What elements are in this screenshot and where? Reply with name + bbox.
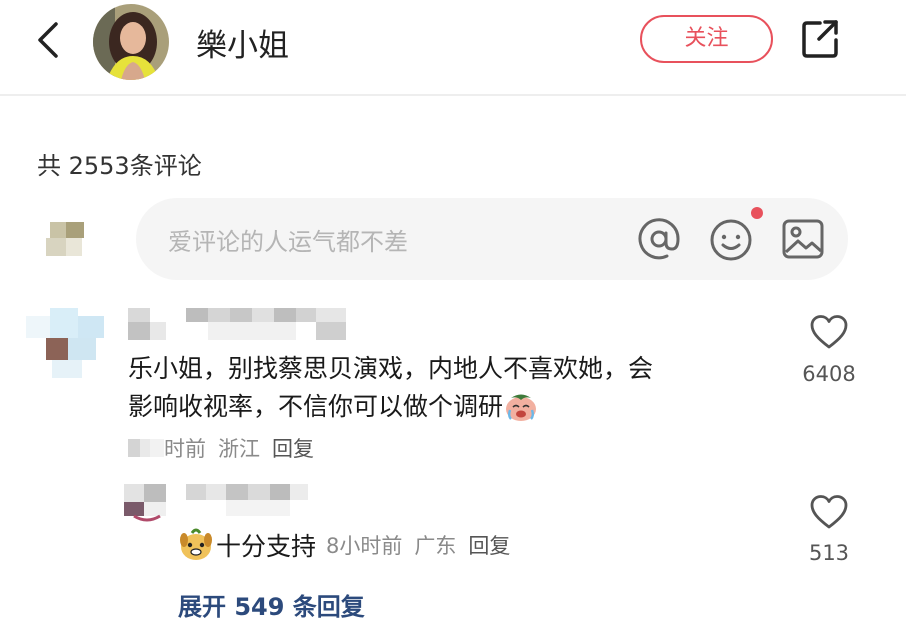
- comment-text: 乐小姐，别找蔡思贝演戏，内地人不喜欢她，会 影响收视率，不信你可以做个调研: [128, 350, 653, 426]
- comment-input[interactable]: 爱评论的人运气都不差: [136, 198, 848, 280]
- top-bar: 樂小姐 关注: [0, 0, 906, 96]
- commenter-name[interactable]: [128, 302, 348, 342]
- comment-meta: 时前 浙江 回复: [128, 433, 314, 463]
- reply-time: 8小时前: [326, 534, 403, 558]
- replier-avatar[interactable]: [124, 480, 170, 526]
- reply-text: 十分支持: [216, 532, 317, 561]
- notification-dot-icon: [751, 207, 763, 219]
- reply-body: 十分支持 8小时前 广东 回复: [178, 527, 510, 563]
- comment-text-line-2: 影响收视率，不信你可以做个调研: [128, 392, 504, 421]
- follow-button[interactable]: 关注: [640, 15, 773, 63]
- back-arrow-icon[interactable]: [30, 20, 66, 60]
- reply-like-count: 513: [808, 541, 850, 565]
- crying-laughing-emoji-icon: [506, 394, 537, 421]
- comment-location: 浙江: [218, 437, 260, 461]
- comment-input-placeholder: 爱评论的人运气都不差: [168, 228, 408, 256]
- replier-name[interactable]: [186, 480, 310, 518]
- author-avatar[interactable]: [93, 4, 169, 80]
- reply-like-heart-icon[interactable]: [809, 494, 849, 530]
- share-icon[interactable]: [800, 18, 840, 60]
- like-count: 6408: [802, 362, 856, 386]
- expand-replies-link[interactable]: 展开 549 条回复: [178, 587, 365, 622]
- author-name[interactable]: 樂小姐: [196, 20, 289, 65]
- comment-count: 共 2553条评论: [37, 152, 202, 180]
- dog-emoji-icon: [180, 528, 212, 560]
- like-heart-icon[interactable]: [809, 314, 849, 350]
- reply-location: 广东: [414, 534, 457, 558]
- blurred-time-mark: [128, 439, 164, 457]
- emoji-icon[interactable]: [708, 216, 754, 262]
- comment-text-line-1: 乐小姐，别找蔡思贝演戏，内地人不喜欢她，会: [128, 354, 654, 383]
- comment-time: 时前: [164, 437, 206, 461]
- mention-icon[interactable]: [636, 216, 682, 262]
- reply-reply-button[interactable]: 回复: [468, 530, 510, 560]
- reply-button[interactable]: 回复: [272, 433, 314, 463]
- commenter-avatar[interactable]: [26, 302, 106, 382]
- my-avatar: [40, 212, 88, 264]
- image-icon[interactable]: [780, 216, 826, 262]
